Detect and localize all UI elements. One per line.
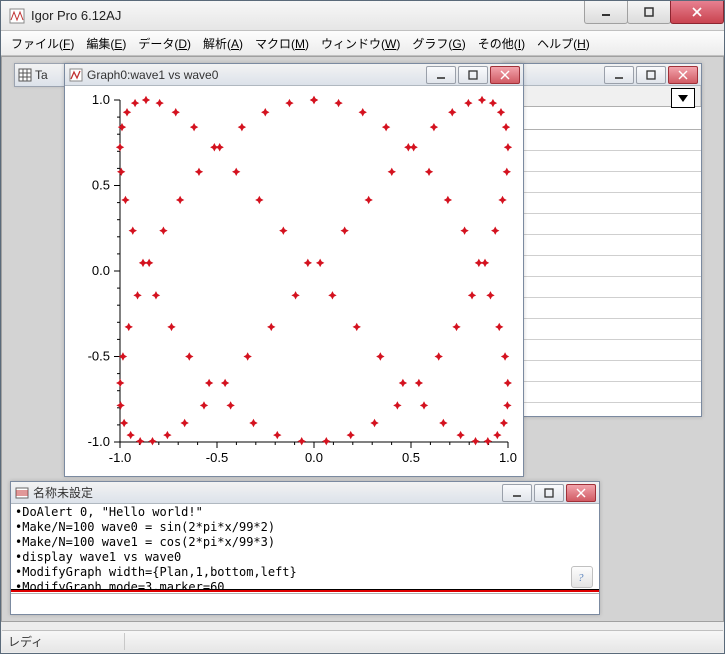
table-row[interactable] <box>503 193 701 214</box>
svg-text:-0.5: -0.5 <box>88 349 110 364</box>
graph-minimize-button[interactable] <box>426 66 456 84</box>
history-line: •Make/N=100 wave0 = sin(2*pi*x/99*2) <box>15 520 595 535</box>
minimize-button[interactable] <box>584 1 628 24</box>
table-row[interactable] <box>503 172 701 193</box>
table-row[interactable] <box>503 235 701 256</box>
command-minimize-button[interactable] <box>502 484 532 502</box>
command-icon <box>15 486 29 500</box>
app-title: Igor Pro 6.12AJ <box>31 8 121 23</box>
svg-text:0.5: 0.5 <box>402 450 420 465</box>
command-help-button[interactable]: ? <box>571 566 593 588</box>
table-row[interactable] <box>503 107 701 130</box>
status-text: レディ <box>8 633 43 650</box>
table-row[interactable] <box>503 214 701 235</box>
app-window: Igor Pro 6.12AJ ファイル(F)編集(E)データ(D)解析(A)マ… <box>0 0 725 654</box>
table-window-title: Ta <box>35 68 48 82</box>
history-line: •Make/N=100 wave1 = cos(2*pi*x/99*3) <box>15 535 595 550</box>
svg-text:1.0: 1.0 <box>92 92 110 107</box>
graph-window-title: Graph0:wave1 vs wave0 <box>87 68 218 82</box>
status-bar: レディ <box>2 630 723 652</box>
table-row[interactable] <box>503 340 701 361</box>
menu-g[interactable]: グラフ(G) <box>406 32 471 55</box>
graph-maximize-button[interactable] <box>458 66 488 84</box>
svg-text:?: ? <box>578 572 584 584</box>
maximize-button[interactable] <box>627 1 671 24</box>
svg-text:-1.0: -1.0 <box>88 434 110 449</box>
mdi-client-area: Ta <box>1 56 724 622</box>
menu-m[interactable]: マクロ(M) <box>249 32 315 55</box>
command-window-title: 名称未設定 <box>33 484 93 501</box>
menu-i[interactable]: その他(I) <box>472 32 531 55</box>
table-row[interactable] <box>503 130 701 151</box>
graph-icon <box>69 68 83 82</box>
table-row[interactable] <box>503 361 701 382</box>
command-client: •DoAlert 0, "Hello world!"•Make/N=100 wa… <box>11 504 599 614</box>
graph-window-controls <box>426 66 520 84</box>
graph-plot-area[interactable]: -1.0 -0.5 0.0 0.5 1.0 -1.0 -0.5 0.0 0.5 1.0 <box>65 86 523 476</box>
command-window-controls <box>502 484 596 502</box>
svg-text:0.0: 0.0 <box>92 263 110 278</box>
table-rows <box>503 107 701 403</box>
data-table-close-button[interactable] <box>668 66 698 84</box>
menu-a[interactable]: 解析(A) <box>197 32 249 55</box>
table-dropdown-button[interactable] <box>671 88 695 108</box>
menu-w[interactable]: ウィンドウ(W) <box>315 32 406 55</box>
command-window-titlebar[interactable]: 名称未設定 <box>11 482 599 504</box>
history-line: •display wave1 vs wave0 <box>15 550 595 565</box>
table-row[interactable] <box>503 382 701 403</box>
history-line: •ModifyGraph width={Plan,1,bottom,left} <box>15 565 595 580</box>
data-table-titlebar[interactable] <box>503 64 701 86</box>
graph-close-button[interactable] <box>490 66 520 84</box>
command-close-button[interactable] <box>566 484 596 502</box>
graph-window[interactable]: Graph0:wave1 vs wave0 -1.0-0.50.00.51.0-… <box>64 63 524 477</box>
status-separator <box>124 633 125 650</box>
svg-text:-1.0: -1.0 <box>109 450 131 465</box>
menubar: ファイル(F)編集(E)データ(D)解析(A)マクロ(M)ウィンドウ(W)グラフ… <box>1 31 724 56</box>
command-input[interactable] <box>11 593 599 614</box>
command-history[interactable]: •DoAlert 0, "Hello world!"•Make/N=100 wa… <box>11 504 599 590</box>
data-table-minimize-button[interactable] <box>604 66 634 84</box>
data-table-window-controls <box>604 66 698 84</box>
close-button[interactable] <box>670 1 724 24</box>
table-row[interactable] <box>503 151 701 172</box>
svg-text:1.0: 1.0 <box>499 450 517 465</box>
history-line: •DoAlert 0, "Hello world!" <box>15 505 595 520</box>
menu-e[interactable]: 編集(E) <box>80 32 132 55</box>
svg-text:0.0: 0.0 <box>305 450 323 465</box>
svg-text:-0.5: -0.5 <box>206 450 228 465</box>
menu-h[interactable]: ヘルプ(H) <box>531 32 596 55</box>
table-row[interactable] <box>503 298 701 319</box>
table-row[interactable] <box>503 256 701 277</box>
graph-window-titlebar[interactable]: Graph0:wave1 vs wave0 <box>65 64 523 86</box>
table-row[interactable] <box>503 319 701 340</box>
data-table-maximize-button[interactable] <box>636 66 666 84</box>
svg-text:0.5: 0.5 <box>92 178 110 193</box>
window-controls <box>585 1 724 23</box>
data-table-client <box>503 86 701 416</box>
command-maximize-button[interactable] <box>534 484 564 502</box>
table-row[interactable] <box>503 277 701 298</box>
menu-d[interactable]: データ(D) <box>132 32 197 55</box>
command-separator <box>11 589 599 592</box>
scatter-plot: -1.0 -0.5 0.0 0.5 1.0 -1.0 -0.5 0.0 0.5 1.0 <box>65 86 523 476</box>
data-table-window[interactable] <box>502 63 702 417</box>
menu-f[interactable]: ファイル(F) <box>5 32 80 55</box>
table-icon <box>18 68 32 82</box>
app-icon <box>9 8 25 24</box>
app-titlebar: Igor Pro 6.12AJ <box>1 1 724 31</box>
command-window[interactable]: 名称未設定 •DoAlert 0, "Hello world!"•Make/N=… <box>10 481 600 615</box>
